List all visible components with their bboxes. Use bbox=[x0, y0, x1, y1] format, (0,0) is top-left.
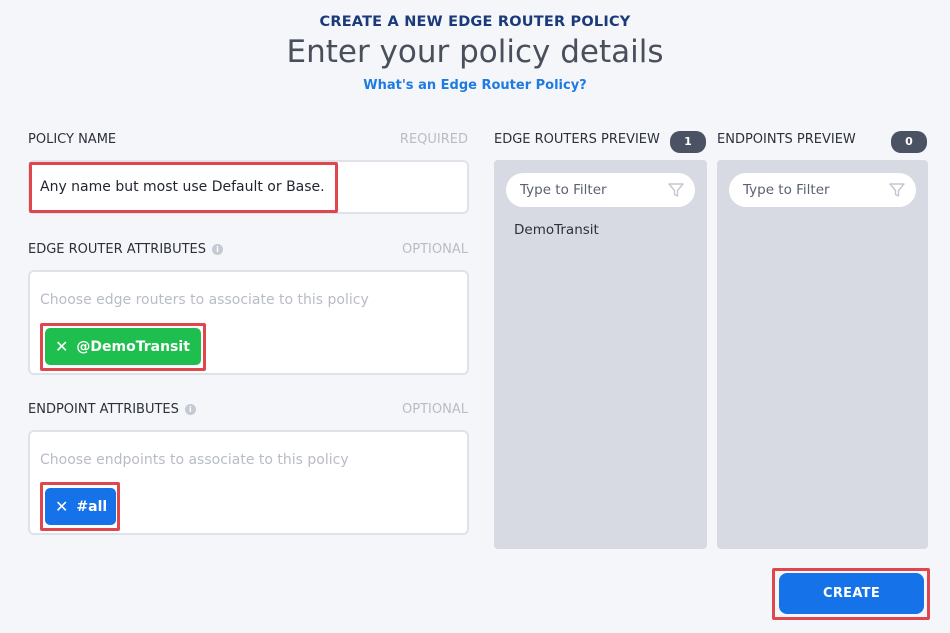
endpoint-attributes-optional-hint: OPTIONAL bbox=[402, 402, 468, 417]
edge-routers-filter-placeholder: Type to Filter bbox=[520, 182, 607, 198]
remove-chip-icon[interactable]: ✕ bbox=[55, 338, 68, 355]
edge-routers-preview-panel bbox=[494, 160, 707, 549]
edge-routers-filter-input[interactable]: Type to Filter bbox=[506, 173, 695, 207]
endpoints-filter-input[interactable]: Type to Filter bbox=[729, 173, 916, 207]
edge-router-attributes-placeholder: Choose edge routers to associate to this… bbox=[40, 292, 369, 308]
edge-router-attributes-label-text: EDGE ROUTER ATTRIBUTES bbox=[28, 242, 206, 257]
policy-name-required-hint: REQUIRED bbox=[399, 132, 468, 147]
edge-router-chip-label: @DemoTransit bbox=[76, 338, 190, 355]
endpoint-attributes-label-text: ENDPOINT ATTRIBUTES bbox=[28, 402, 179, 417]
policy-name-label: POLICY NAME bbox=[28, 132, 117, 147]
list-item[interactable]: DemoTransit bbox=[514, 222, 599, 238]
endpoint-chip[interactable]: ✕ #all bbox=[45, 488, 116, 525]
filter-icon[interactable] bbox=[888, 181, 906, 199]
create-button[interactable]: CREATE bbox=[779, 573, 924, 614]
page-title: Enter your policy details bbox=[286, 34, 664, 70]
edge-routers-preview-label: EDGE ROUTERS PREVIEW bbox=[494, 132, 660, 147]
help-link[interactable]: What's an Edge Router Policy? bbox=[0, 78, 950, 93]
edge-routers-count-badge: 1 bbox=[670, 131, 706, 153]
endpoints-preview-label: ENDPOINTS PREVIEW bbox=[717, 132, 856, 147]
policy-name-input[interactable]: Any name but most use Default or Base. bbox=[40, 179, 325, 195]
endpoint-attributes-label: ENDPOINT ATTRIBUTES i bbox=[28, 402, 196, 417]
endpoint-chip-label: #all bbox=[76, 498, 108, 515]
edge-router-attributes-label: EDGE ROUTER ATTRIBUTES i bbox=[28, 242, 223, 257]
edge-router-attributes-optional-hint: OPTIONAL bbox=[402, 242, 468, 257]
page-kicker: CREATE A NEW EDGE ROUTER POLICY bbox=[319, 14, 631, 30]
endpoints-preview-panel bbox=[717, 160, 928, 549]
filter-icon[interactable] bbox=[667, 181, 685, 199]
endpoint-attributes-placeholder: Choose endpoints to associate to this po… bbox=[40, 452, 349, 468]
info-icon[interactable]: i bbox=[212, 244, 223, 255]
remove-chip-icon[interactable]: ✕ bbox=[55, 498, 68, 515]
endpoints-count-badge: 0 bbox=[891, 131, 927, 153]
endpoints-filter-placeholder: Type to Filter bbox=[743, 182, 830, 198]
info-icon[interactable]: i bbox=[184, 404, 196, 415]
edge-router-chip[interactable]: ✕ @DemoTransit bbox=[45, 328, 201, 365]
